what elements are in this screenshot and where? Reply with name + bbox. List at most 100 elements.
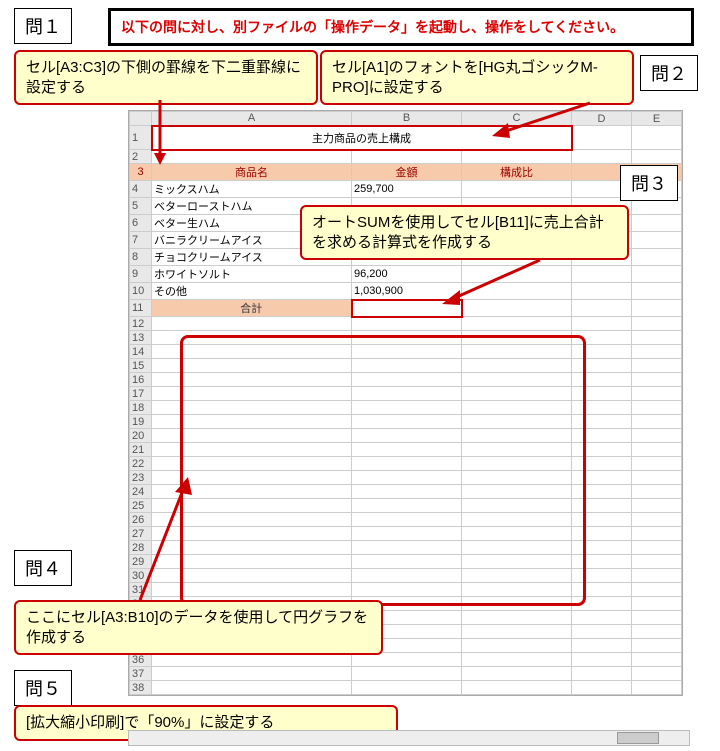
cell[interactable] [632,653,682,667]
cell[interactable] [352,667,462,681]
cell[interactable] [632,415,682,429]
cell[interactable] [632,387,682,401]
cell[interactable] [572,625,632,639]
cell[interactable]: ミックスハム [152,181,352,198]
row-header[interactable]: 38 [130,681,152,695]
cell[interactable]: その他 [152,283,352,300]
table-row[interactable]: 2 [130,150,682,164]
cell[interactable] [632,471,682,485]
col-header-E[interactable]: E [632,112,682,126]
row-header[interactable]: 27 [130,527,152,541]
cell[interactable] [572,126,632,150]
cell[interactable] [152,150,352,164]
cell[interactable] [352,300,462,317]
row-header[interactable]: 3 [130,164,152,181]
row-header[interactable]: 24 [130,485,152,499]
cell[interactable] [632,513,682,527]
col-header-C[interactable]: C [462,112,572,126]
cell[interactable] [462,300,572,317]
table-row[interactable]: 3商品名金額構成比 [130,164,682,181]
cell[interactable] [632,345,682,359]
row-header[interactable]: 22 [130,457,152,471]
cell[interactable] [632,266,682,283]
table-row[interactable]: 10その他1,030,900 [130,283,682,300]
cell[interactable] [632,625,682,639]
cell[interactable] [572,653,632,667]
cell[interactable] [462,639,572,653]
cell[interactable] [632,283,682,300]
cell[interactable] [632,457,682,471]
row-header[interactable]: 11 [130,300,152,317]
cell[interactable] [632,373,682,387]
cell[interactable] [462,667,572,681]
row-header[interactable]: 2 [130,150,152,164]
cell[interactable] [572,317,632,331]
cell[interactable] [632,541,682,555]
row-header[interactable]: 31 [130,583,152,597]
row-header[interactable]: 18 [130,401,152,415]
cell[interactable] [572,681,632,695]
cell[interactable] [632,667,682,681]
cell[interactable] [572,150,632,164]
row-header[interactable]: 15 [130,359,152,373]
cell[interactable] [632,401,682,415]
row-header[interactable]: 23 [130,471,152,485]
cell[interactable] [632,611,682,625]
row-header[interactable]: 13 [130,331,152,345]
cell[interactable]: ホワイトソルト [152,266,352,283]
scrollbar-thumb[interactable] [617,732,659,744]
cell[interactable] [632,555,682,569]
cell[interactable] [632,232,682,249]
cell[interactable] [632,317,682,331]
cell[interactable] [632,126,682,150]
row-header[interactable]: 28 [130,541,152,555]
cell[interactable]: 96,200 [352,266,462,283]
cell[interactable] [632,443,682,457]
row-header[interactable]: 30 [130,569,152,583]
cell[interactable] [462,681,572,695]
table-row[interactable]: 37 [130,667,682,681]
row-header[interactable]: 17 [130,387,152,401]
cell[interactable] [632,485,682,499]
col-header-D[interactable]: D [572,112,632,126]
cell[interactable] [632,639,682,653]
col-header-B[interactable]: B [352,112,462,126]
cell[interactable]: 合計 [152,300,352,317]
row-header[interactable]: 5 [130,198,152,215]
cell[interactable] [462,611,572,625]
row-header[interactable]: 14 [130,345,152,359]
row-header[interactable]: 4 [130,181,152,198]
cell[interactable]: 1,030,900 [352,283,462,300]
cell[interactable] [572,667,632,681]
table-row[interactable]: 1主力商品の売上構成 [130,126,682,150]
row-header[interactable]: 1 [130,126,152,150]
cell[interactable] [632,597,682,611]
row-header[interactable]: 6 [130,215,152,232]
cell[interactable]: 金額 [352,164,462,181]
cell[interactable] [632,359,682,373]
table-row[interactable]: 12 [130,317,682,331]
cell[interactable] [572,639,632,653]
cell[interactable] [632,331,682,345]
cell[interactable] [352,681,462,695]
table-row[interactable]: 4ミックスハム259,700 [130,181,682,198]
row-header[interactable]: 16 [130,373,152,387]
row-header[interactable]: 12 [130,317,152,331]
cell[interactable] [572,611,632,625]
cell[interactable] [462,283,572,300]
cell[interactable] [462,317,572,331]
row-header[interactable]: 19 [130,415,152,429]
cell[interactable] [152,317,352,331]
row-header[interactable]: 26 [130,513,152,527]
cell[interactable] [572,300,632,317]
cell[interactable] [462,266,572,283]
table-row[interactable]: 38 [130,681,682,695]
cell[interactable] [152,681,352,695]
row-header[interactable]: 10 [130,283,152,300]
cell[interactable] [352,150,462,164]
cell[interactable] [632,527,682,541]
cell[interactable]: 主力商品の売上構成 [152,126,572,150]
table-row[interactable]: 11合計 [130,300,682,317]
cell[interactable] [462,181,572,198]
cell[interactable]: 商品名 [152,164,352,181]
